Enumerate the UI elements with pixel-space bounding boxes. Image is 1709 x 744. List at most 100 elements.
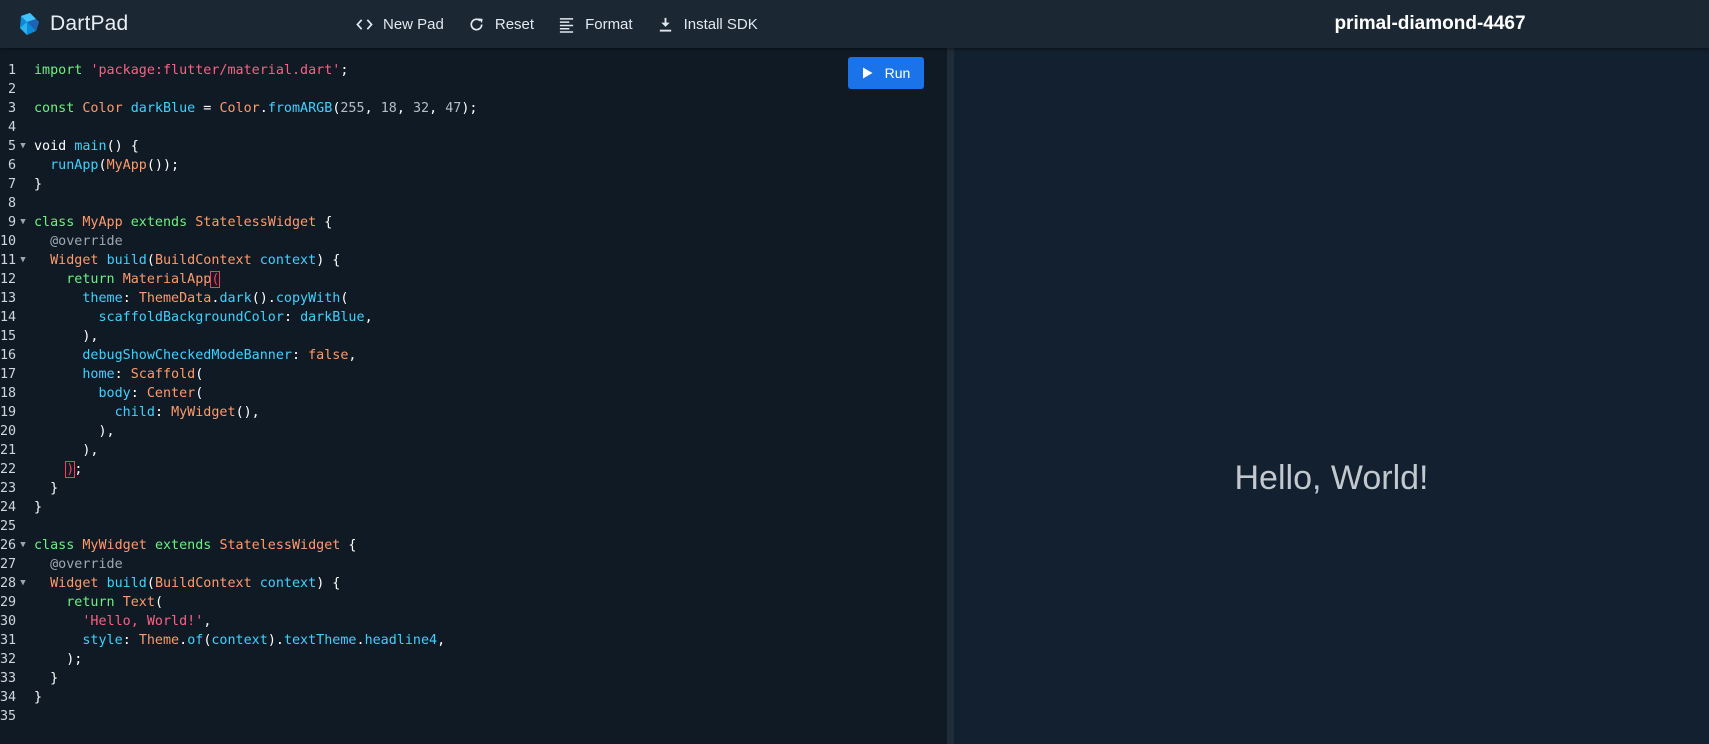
code-token: of <box>187 633 204 648</box>
code-text[interactable]: } <box>34 498 42 517</box>
code-text[interactable]: home: Scaffold( <box>34 365 203 384</box>
fold-toggle-icon[interactable]: ▼ <box>18 574 28 593</box>
code-token: ) { <box>316 253 341 268</box>
code-token: , <box>429 101 446 116</box>
code-text[interactable]: } <box>34 669 58 688</box>
code-token: ), <box>34 443 99 458</box>
code-token: : <box>291 348 309 363</box>
reset-label: Reset <box>494 15 535 33</box>
code-token: (), <box>235 405 260 420</box>
code-text[interactable]: ); <box>34 650 82 669</box>
code-token: Color <box>82 101 123 116</box>
pane-divider[interactable] <box>947 48 954 744</box>
code-token: } <box>34 671 59 686</box>
format-button[interactable]: Format <box>546 8 645 40</box>
code-token: . <box>179 633 188 648</box>
code-text[interactable]: import 'package:flutter/material.dart'; <box>34 61 348 80</box>
pad-title: primal-diamond-4467 <box>1334 13 1526 34</box>
play-icon <box>862 67 873 79</box>
code-text[interactable]: } <box>34 175 42 194</box>
code-token: : <box>114 367 131 382</box>
code-text[interactable]: body: Center( <box>34 384 204 403</box>
install-sdk-button[interactable]: Install SDK <box>645 8 770 40</box>
code-token: debugShowCheckedModeBanner <box>82 348 292 363</box>
line-number: 26 <box>0 538 17 553</box>
code-token: darkBlue <box>130 101 196 116</box>
line-number: 20 <box>0 424 17 439</box>
run-button[interactable]: Run <box>848 57 924 89</box>
code-text[interactable]: ), <box>34 327 98 346</box>
fold-toggle-icon[interactable]: ▼ <box>18 213 28 232</box>
code-token: import <box>34 63 83 78</box>
code-text[interactable]: Widget build(BuildContext context) { <box>34 574 340 593</box>
code-text[interactable]: ); <box>34 460 82 479</box>
line-number: 24 <box>0 500 17 515</box>
dartpad-logo[interactable]: DartPad <box>16 12 128 36</box>
code-token: ); <box>461 101 478 116</box>
code-token: } <box>34 690 43 705</box>
code-text[interactable]: scaffoldBackgroundColor: darkBlue, <box>34 308 373 327</box>
code-token: ; <box>340 63 349 78</box>
code-text[interactable]: } <box>34 479 58 498</box>
code-token: 255 <box>340 101 365 116</box>
line-number: 29 <box>0 595 17 610</box>
fold-toggle-icon[interactable]: ▼ <box>18 137 28 156</box>
fold-toggle-icon[interactable]: ▼ <box>18 251 28 270</box>
code-token: context <box>259 253 317 268</box>
code-token: , <box>203 614 212 629</box>
code-text[interactable]: style: Theme.of(context).textTheme.headl… <box>34 631 445 650</box>
code-text[interactable]: ), <box>34 422 115 441</box>
line-number: 28 <box>0 576 17 591</box>
code-token: class <box>34 538 75 553</box>
line-number: 14 <box>0 310 17 325</box>
code-token: ), <box>34 424 115 439</box>
code-token: ( <box>154 595 163 610</box>
fold-toggle-icon[interactable]: ▼ <box>18 536 28 555</box>
reset-button[interactable]: Reset <box>456 8 546 40</box>
code-editor[interactable]: 1 import 'package:flutter/material.dart';… <box>0 48 947 744</box>
code-text[interactable]: @override <box>34 232 123 251</box>
code-text[interactable]: class MyWidget extends StatelessWidget { <box>34 536 357 555</box>
code-token: textTheme <box>283 633 357 648</box>
install-sdk-label: Install SDK <box>683 15 758 33</box>
code-text[interactable]: ), <box>34 441 99 460</box>
code-token: Center <box>146 386 196 401</box>
code-text[interactable]: child: MyWidget(), <box>34 403 260 422</box>
code-token: MyWidget <box>82 538 147 553</box>
code-brackets-icon <box>356 18 373 30</box>
code-text[interactable]: 'Hello, World!', <box>34 612 211 631</box>
run-label: Run <box>884 65 911 81</box>
code-token: Widget <box>50 253 99 268</box>
code-text[interactable]: return Text( <box>34 593 163 612</box>
code-token: extends <box>130 215 188 230</box>
line-number: 18 <box>0 386 17 401</box>
code-text[interactable]: void main() { <box>34 137 139 156</box>
code-text[interactable]: class MyApp extends StatelessWidget { <box>34 213 332 232</box>
code-text[interactable]: runApp(MyApp()); <box>34 156 179 175</box>
code-token: ()); <box>146 158 180 173</box>
code-token: build <box>106 576 147 591</box>
code-token: theme <box>82 291 123 306</box>
format-lines-icon <box>559 17 574 33</box>
code-token: Widget <box>50 576 99 591</box>
code-text[interactable]: return MaterialApp( <box>34 270 221 289</box>
code-token: . <box>259 101 268 116</box>
code-text[interactable]: debugShowCheckedModeBanner: false, <box>34 346 356 365</box>
line-number: 15 <box>0 329 17 344</box>
code-token: fromARGB <box>267 101 333 116</box>
code-text[interactable]: const Color darkBlue = Color.fromARGB(25… <box>34 99 477 118</box>
code-token: ( <box>146 253 155 268</box>
code-text[interactable]: } <box>34 688 42 707</box>
code-text[interactable]: Widget build(BuildContext context) { <box>34 251 340 270</box>
new-pad-button[interactable]: New Pad <box>344 8 456 40</box>
code-token: ( <box>98 158 107 173</box>
code-text[interactable]: theme: ThemeData.dark().copyWith( <box>34 289 348 308</box>
code-text[interactable]: @override <box>34 555 123 574</box>
code-token: 'Hello, World!' <box>82 614 204 629</box>
